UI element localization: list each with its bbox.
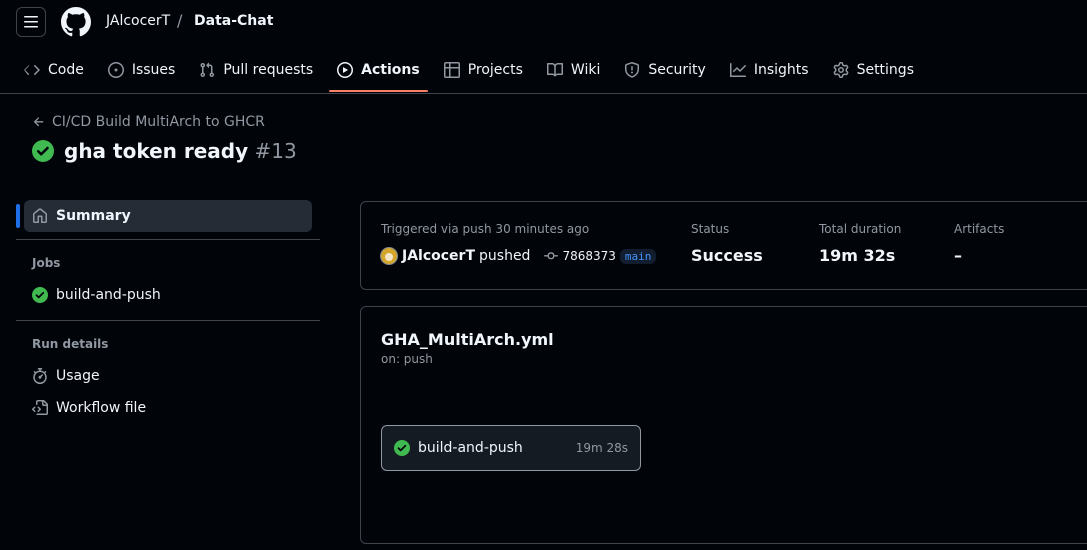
push-info: JAlcocerT pushed 7868373 main xyxy=(380,247,657,265)
jobs-heading: Jobs xyxy=(32,256,61,270)
play-icon xyxy=(337,62,354,78)
workflow-back-link[interactable]: CI/CD Build MultiArch to GHCR xyxy=(32,114,265,130)
tab-label: Wiki xyxy=(570,62,601,78)
run-summary-card: Triggered via push 30 minutes ago JAlcoc… xyxy=(360,201,1087,290)
page-title: gha token ready #13 xyxy=(32,139,297,163)
status-label: Status xyxy=(691,222,730,236)
tab-issues[interactable]: Issues xyxy=(100,48,184,92)
tab-label: Code xyxy=(48,62,84,78)
tab-pull-requests[interactable]: Pull requests xyxy=(191,48,321,92)
code-icon xyxy=(24,65,40,75)
tab-label: Actions xyxy=(361,62,420,78)
hamburger-icon xyxy=(24,16,38,28)
repo-owner-link[interactable]: JAlcocerT xyxy=(106,13,170,29)
job-node-build-and-push[interactable]: build-and-push 19m 28s xyxy=(381,425,641,471)
tab-label: Insights xyxy=(753,62,809,78)
workflow-event: on: push xyxy=(381,352,433,366)
selected-indicator xyxy=(16,204,20,228)
run-number: #13 xyxy=(254,139,297,163)
sidebar-item-label: Summary xyxy=(56,208,131,224)
trigger-text: Triggered via push 30 minutes ago xyxy=(381,222,590,236)
breadcrumb-separator: / xyxy=(177,11,183,30)
sidebar-item-label: build-and-push xyxy=(56,287,161,303)
check-circle-icon xyxy=(32,140,54,162)
arrow-left-icon xyxy=(33,117,44,127)
check-circle-icon xyxy=(394,440,410,456)
sidebar-item-label: Usage xyxy=(56,368,100,384)
artifacts-label: Artifacts xyxy=(954,222,1005,236)
push-action: pushed xyxy=(479,248,531,264)
avatar[interactable] xyxy=(380,247,398,265)
shield-icon xyxy=(625,62,640,78)
tab-label: Security xyxy=(648,62,706,78)
status-value: Success xyxy=(691,246,763,265)
tab-security[interactable]: Security xyxy=(616,48,714,92)
header-divider xyxy=(0,93,1087,94)
tab-settings[interactable]: Settings xyxy=(825,48,922,92)
duration-value: 19m 32s xyxy=(819,246,896,265)
repo-name-link[interactable]: Data-Chat xyxy=(194,13,273,29)
book-icon xyxy=(546,62,563,77)
tab-label: Projects xyxy=(467,62,523,78)
branch-badge[interactable]: main xyxy=(619,248,657,264)
home-icon xyxy=(33,208,47,223)
gear-icon xyxy=(833,62,848,78)
tab-projects[interactable]: Projects xyxy=(436,48,531,92)
file-code-icon xyxy=(32,400,48,415)
tab-label: Pull requests xyxy=(223,62,314,78)
stopwatch-icon xyxy=(33,368,47,384)
tab-label: Settings xyxy=(856,62,914,78)
duration-label: Total duration xyxy=(819,222,902,236)
sidebar-item-label: Workflow file xyxy=(56,400,147,416)
sidebar-item-summary[interactable]: Summary xyxy=(24,200,312,232)
tab-label: Issues xyxy=(131,62,176,78)
check-circle-icon xyxy=(32,287,48,303)
job-duration: 19m 28s xyxy=(575,441,628,455)
run-details-heading: Run details xyxy=(32,337,109,351)
workflow-name: CI/CD Build MultiArch to GHCR xyxy=(52,114,265,130)
repo-nav-tabs: Code Issues Pull requests Actions Projec… xyxy=(16,48,930,92)
job-name: build-and-push xyxy=(418,440,523,456)
tab-actions[interactable]: Actions xyxy=(329,48,428,92)
sidebar-item-job[interactable]: build-and-push xyxy=(32,287,161,303)
sidebar-divider xyxy=(16,320,320,321)
github-logo-icon[interactable] xyxy=(61,7,91,37)
commit-icon xyxy=(544,252,559,260)
sidebar-divider xyxy=(16,239,320,240)
pull-request-icon xyxy=(200,62,215,78)
commit-sha-link[interactable]: 7868373 xyxy=(562,249,615,263)
menu-button[interactable] xyxy=(16,7,46,37)
issue-icon xyxy=(107,62,124,78)
table-icon xyxy=(443,62,460,78)
actor-link[interactable]: JAlcocerT xyxy=(402,248,475,264)
artifacts-value: – xyxy=(954,246,962,265)
graph-icon xyxy=(729,63,746,77)
tab-wiki[interactable]: Wiki xyxy=(539,48,608,92)
tab-insights[interactable]: Insights xyxy=(722,48,817,92)
sidebar-item-usage[interactable]: Usage xyxy=(32,368,100,384)
tab-code[interactable]: Code xyxy=(16,48,92,92)
workflow-file-name[interactable]: GHA_MultiArch.yml xyxy=(381,330,554,349)
run-title: gha token ready xyxy=(64,139,249,163)
sidebar-item-workflow-file[interactable]: Workflow file xyxy=(32,400,146,416)
